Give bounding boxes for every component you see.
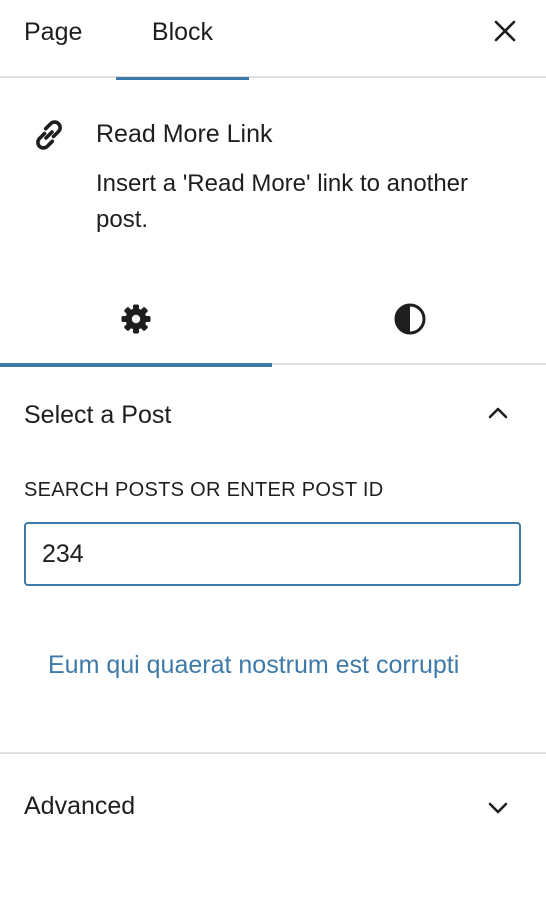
link-icon: [28, 114, 70, 156]
tab-page[interactable]: Page: [24, 0, 88, 78]
block-title: Read More Link: [96, 120, 273, 148]
post-search-label: SEARCH POSTS OR ENTER POST ID: [24, 479, 384, 501]
panel-title-select-post: Select a Post: [24, 401, 172, 429]
close-button[interactable]: [490, 14, 520, 48]
selected-post-link[interactable]: Eum qui quaerat nostrum est corrupti: [48, 647, 488, 684]
panel-title-advanced: Advanced: [24, 792, 136, 820]
contrast-icon: [394, 303, 426, 334]
gear-icon: [121, 304, 151, 333]
advanced-panel-toggle[interactable]: Advanced: [0, 756, 546, 856]
tab-settings[interactable]: [0, 272, 272, 367]
sidebar-tabs: Page Block: [0, 0, 546, 80]
chevron-down-icon: [488, 802, 508, 814]
chevron-up-icon: [488, 407, 508, 419]
block-description: Insert a 'Read More' link to another pos…: [96, 170, 469, 233]
tab-block[interactable]: Block: [116, 0, 249, 80]
select-post-panel: Select a Post SEARCH POSTS OR ENTER POST…: [0, 365, 546, 754]
post-search-input[interactable]: [24, 522, 521, 586]
tab-styles[interactable]: [274, 272, 546, 365]
select-post-panel-toggle[interactable]: Select a Post: [0, 365, 546, 465]
close-icon: [494, 20, 516, 42]
inspector-tabs: [0, 272, 546, 367]
